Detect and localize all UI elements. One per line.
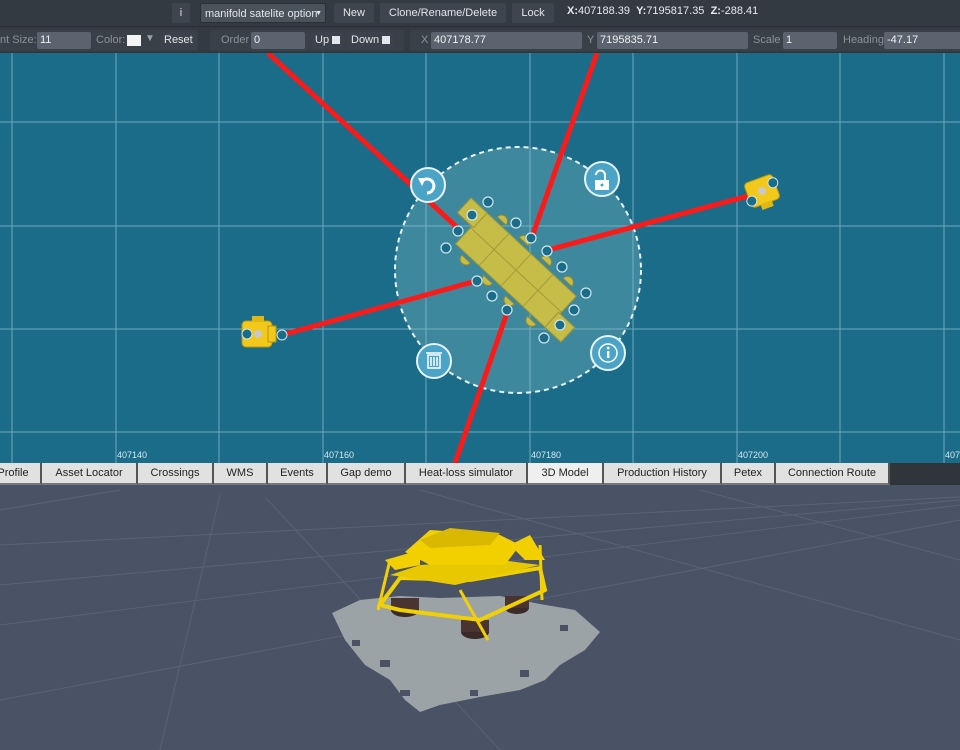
connection-point[interactable]	[501, 304, 513, 316]
layer-select[interactable]: manifold satelite option ▼	[200, 3, 326, 23]
y-input[interactable]: 7195835.71	[597, 32, 748, 49]
cursor-z-value: -288.41	[720, 5, 759, 17]
reset-button[interactable]: Reset	[161, 32, 196, 49]
tab-events[interactable]: Events	[268, 463, 328, 485]
tab-bar: Profile Asset Locator Crossings WMS Even…	[0, 463, 960, 485]
trash-icon	[426, 352, 442, 369]
bring-forward-icon	[332, 36, 341, 44]
move-down-label: Down	[351, 34, 380, 46]
x-axis-label: 407160	[324, 450, 354, 460]
3d-canvas[interactable]	[0, 485, 960, 750]
3d-model-viewer[interactable]	[0, 485, 960, 750]
move-up-button[interactable]: Up	[312, 32, 344, 49]
x-input[interactable]: 407178.77	[431, 32, 582, 49]
x-axis-label: 407200	[738, 450, 768, 460]
x-axis-label: 407140	[117, 450, 147, 460]
cursor-y-label: Y:	[636, 5, 647, 17]
connection-point[interactable]	[466, 209, 478, 221]
heading-input[interactable]: -47.17	[884, 32, 960, 49]
heading-label: Heading	[843, 34, 884, 46]
scale-input[interactable]: 1	[783, 32, 837, 49]
color-dropdown-icon[interactable]: ▼	[145, 33, 155, 44]
properties-toolbar: nt Size: 11 Color: ▼ Reset Order 0 Up Do…	[0, 26, 960, 52]
order-label: Order	[221, 34, 250, 46]
flowline[interactable]	[266, 53, 462, 232]
satellite-right[interactable]	[741, 173, 785, 214]
rotate-button[interactable]	[410, 167, 446, 203]
connection-point[interactable]	[510, 217, 522, 229]
map-canvas[interactable]: 407140 407160 407180 407200 4072	[0, 53, 960, 463]
map-view[interactable]: 407140 407160 407180 407200 4072	[0, 53, 960, 463]
x-axis-label: 407180	[531, 450, 561, 460]
connection-point[interactable]	[580, 287, 592, 299]
connection-point[interactable]	[525, 232, 537, 244]
tab-connection-route[interactable]: Connection Route	[776, 463, 890, 485]
connection-point[interactable]	[482, 196, 494, 208]
move-up-label: Up	[315, 34, 330, 46]
tab-crossings[interactable]: Crossings	[138, 463, 214, 485]
scale-label: Scale	[753, 34, 781, 46]
font-size-label: nt Size:	[0, 34, 37, 46]
cursor-y-value: 7195817.35	[646, 5, 705, 17]
tab-wms[interactable]: WMS	[214, 463, 268, 485]
move-down-button[interactable]: Down	[348, 32, 394, 49]
connection-point[interactable]	[538, 332, 550, 344]
cursor-coordinates: X:407188.39 Y:7195817.35 Z:-288.41	[567, 5, 758, 17]
seabed-patch	[332, 596, 600, 712]
info-button[interactable]: i	[172, 3, 190, 23]
connection-point[interactable]	[568, 304, 580, 316]
connection-point[interactable]	[486, 290, 498, 302]
connection-point[interactable]	[471, 275, 483, 287]
color-label: Color:	[96, 34, 126, 46]
clone-rename-delete-button[interactable]: Clone/Rename/Delete	[380, 3, 506, 23]
satellite-left[interactable]	[241, 316, 288, 348]
lock-button[interactable]: Lock	[512, 3, 554, 23]
connection-point[interactable]	[541, 245, 553, 257]
connection-point[interactable]	[452, 225, 464, 237]
tab-gap-demo[interactable]: Gap demo	[328, 463, 406, 485]
cursor-z-label: Z:	[710, 5, 721, 17]
x-label: X	[421, 34, 429, 46]
connection-point[interactable]	[556, 261, 568, 273]
font-size-input[interactable]: 11	[37, 32, 91, 49]
tab-production-history[interactable]: Production History	[604, 463, 722, 485]
info-circle-button[interactable]	[590, 335, 626, 371]
connection-point[interactable]	[554, 319, 566, 331]
unlock-button[interactable]	[584, 161, 620, 197]
tab-petex[interactable]: Petex	[722, 463, 776, 485]
cursor-x-label: X:	[567, 5, 578, 17]
chevron-down-icon: ▼	[315, 10, 322, 17]
order-input[interactable]: 0	[251, 32, 305, 49]
x-axis-labels: 407140 407160 407180 407200 4072	[117, 450, 960, 460]
tab-3d-model[interactable]: 3D Model	[528, 463, 604, 485]
tab-asset-locator[interactable]: Asset Locator	[42, 463, 138, 485]
connection-point[interactable]	[440, 242, 452, 254]
cursor-x-value: 407188.39	[578, 5, 630, 17]
top-toolbar: i manifold satelite option ▼ New Clone/R…	[0, 0, 960, 26]
layer-select-value: manifold satelite option	[205, 8, 318, 20]
tab-heat-loss-simulator[interactable]: Heat-loss simulator	[406, 463, 528, 485]
tab-profile[interactable]: Profile	[0, 463, 42, 485]
y-label: Y	[587, 34, 595, 46]
delete-button[interactable]	[416, 343, 452, 379]
new-button[interactable]: New	[334, 3, 374, 23]
x-axis-label: 4072	[945, 450, 960, 460]
color-swatch[interactable]	[127, 35, 141, 46]
send-backward-icon	[382, 36, 391, 44]
